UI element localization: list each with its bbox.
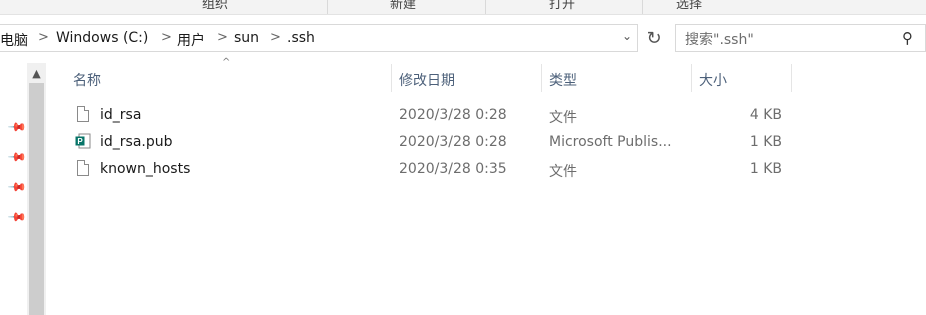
file-size: 1 KB	[749, 134, 782, 150]
file-type: 文件	[549, 164, 577, 180]
navigation-pane-scrollbar[interactable]: ▲	[27, 63, 46, 315]
search-icon[interactable]: ⚲	[902, 29, 913, 47]
breadcrumb-chevron-icon[interactable]: >	[217, 30, 228, 45]
file-row[interactable]: P id_rsa.pub 2020/3/28 0:28 Microsoft Pu…	[66, 130, 792, 156]
address-dropdown-icon[interactable]: ⌄	[622, 29, 632, 43]
column-divider[interactable]	[791, 64, 792, 92]
file-date: 2020/3/28 0:28	[399, 107, 507, 123]
column-header-label: 修改日期	[399, 73, 455, 89]
column-header-label: 类型	[549, 73, 577, 89]
refresh-icon: ↻	[646, 27, 662, 49]
breadcrumb-chevron-icon[interactable]: >	[38, 30, 49, 45]
column-header-name[interactable]: 名称	[66, 63, 390, 93]
column-header-size[interactable]: 大小	[692, 63, 791, 93]
file-type: 文件	[549, 110, 577, 126]
ribbon: 组织 新建 打开 选择	[0, 0, 926, 14]
ribbon-group-select[interactable]: 选择	[643, 0, 740, 14]
column-header-type[interactable]: 类型	[542, 63, 691, 93]
scroll-up-arrow-icon[interactable]: ▲	[27, 63, 46, 83]
breadcrumb-drive-c[interactable]: Windows (C:)	[56, 30, 148, 46]
file-size: 1 KB	[749, 161, 782, 177]
search-placeholder: 搜索".ssh"	[685, 32, 754, 48]
file-row[interactable]: id_rsa 2020/3/28 0:28 文件 4 KB	[66, 103, 792, 129]
file-row[interactable]: known_hosts 2020/3/28 0:35 文件 1 KB	[66, 157, 792, 183]
address-bar[interactable]: 电脑 > Windows (C:) > 用户 > sun > .ssh	[0, 24, 638, 52]
ribbon-group-label: 选择	[676, 0, 703, 12]
file-date: 2020/3/28 0:35	[399, 161, 507, 177]
refresh-button[interactable]: ↻	[640, 24, 668, 52]
pin-icon[interactable]: 📌	[7, 177, 27, 197]
ribbon-group-open[interactable]: 打开	[486, 0, 643, 14]
file-icon	[77, 106, 89, 122]
file-size: 4 KB	[749, 107, 782, 123]
svg-text:P: P	[77, 137, 83, 146]
breadcrumb-chevron-icon[interactable]: >	[161, 30, 172, 45]
ribbon-group-label: 新建	[390, 0, 417, 12]
file-name: known_hosts	[100, 161, 191, 177]
ribbon-group-organize[interactable]: 组织	[0, 0, 328, 14]
ribbon-divider	[0, 14, 926, 15]
breadcrumb-users[interactable]: 用户	[177, 30, 205, 50]
file-type: Microsoft Publis...	[549, 134, 672, 150]
breadcrumb-ssh[interactable]: .ssh	[287, 30, 315, 46]
publisher-icon: P	[75, 133, 91, 149]
ribbon-group-label: 组织	[202, 0, 229, 12]
search-input[interactable]: 搜索".ssh" ⚲	[675, 24, 926, 52]
column-header-label: 名称	[73, 73, 101, 89]
ribbon-group-new[interactable]: 新建	[328, 0, 486, 14]
pin-icon[interactable]: 📌	[7, 117, 27, 137]
ribbon-group-label: 打开	[549, 0, 576, 12]
file-date: 2020/3/28 0:28	[399, 134, 507, 150]
breadcrumb-chevron-icon[interactable]: >	[270, 30, 281, 45]
file-name: id_rsa	[100, 107, 142, 123]
breadcrumb-this-pc[interactable]: 电脑	[0, 30, 28, 50]
breadcrumb-sun[interactable]: sun	[234, 30, 259, 46]
column-header-label: 大小	[699, 73, 727, 89]
column-header-date[interactable]: 修改日期	[392, 63, 541, 93]
file-icon	[77, 160, 89, 176]
pin-icon[interactable]: 📌	[7, 147, 27, 167]
file-name: id_rsa.pub	[100, 134, 173, 150]
pin-icon[interactable]: 📌	[7, 207, 27, 227]
scrollbar-thumb[interactable]	[29, 83, 44, 315]
